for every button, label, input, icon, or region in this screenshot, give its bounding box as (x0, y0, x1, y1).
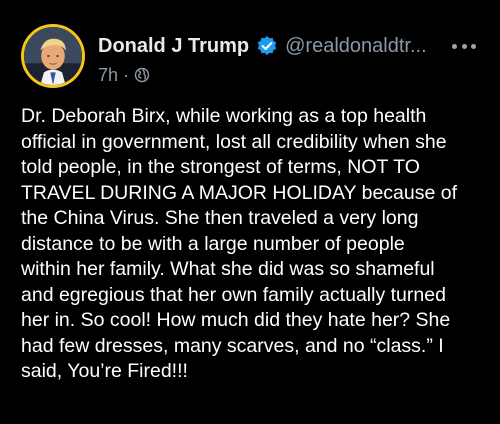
profile-photo (24, 27, 82, 85)
author-row: Donald J Trump @realdonaldtr... (98, 33, 427, 59)
post-body-text: Dr. Deborah Birx, while working as a top… (21, 105, 458, 382)
author-name[interactable]: Donald J Trump (98, 35, 249, 58)
more-options-icon[interactable] (452, 42, 476, 50)
verified-badge-icon (256, 35, 278, 57)
globe-icon (134, 67, 150, 83)
post-meta: 7h · (98, 64, 150, 86)
meta-separator: · (123, 64, 130, 85)
post-time[interactable]: 7h (98, 65, 118, 86)
author-handle[interactable]: @realdonaldtr... (285, 35, 427, 58)
avatar[interactable] (21, 24, 85, 88)
post-card: Donald J Trump @realdonaldtr... 7h · Dr.… (0, 0, 500, 424)
